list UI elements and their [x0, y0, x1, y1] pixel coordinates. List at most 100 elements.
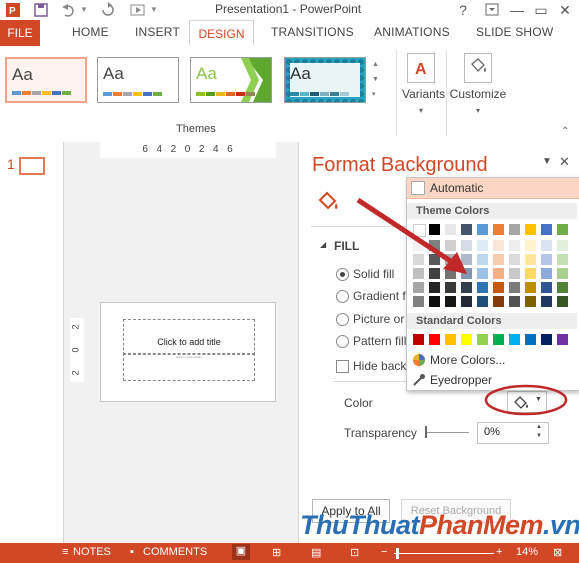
theme-color-shade-swatch[interactable]	[461, 254, 472, 265]
normal-view-icon[interactable]: ▣	[232, 544, 250, 560]
transparency-slider-thumb[interactable]	[425, 426, 427, 438]
theme-color-shade-swatch[interactable]	[493, 254, 504, 265]
theme-color-shade-swatch[interactable]	[541, 254, 552, 265]
zoom-in-icon[interactable]: +	[496, 546, 502, 558]
customize-button[interactable]: Customize ▾	[449, 50, 507, 136]
close-button[interactable]: ✕	[551, 0, 579, 20]
theme-color-shade-swatch[interactable]	[477, 240, 488, 251]
notes-button[interactable]: NOTES	[73, 546, 111, 558]
pane-close-icon[interactable]: ✕	[559, 154, 570, 170]
theme-color-swatch[interactable]	[477, 224, 488, 235]
transparency-input[interactable]: 0% ▲ ▼	[477, 422, 549, 444]
theme-color-shade-swatch[interactable]	[493, 268, 504, 279]
color-picker-button[interactable]: ▼	[507, 391, 547, 413]
theme-color-shade-swatch[interactable]	[509, 254, 520, 265]
more-colors-item[interactable]: More Colors...	[407, 350, 579, 369]
theme-color-shade-swatch[interactable]	[461, 240, 472, 251]
theme-color-swatch[interactable]	[445, 224, 456, 235]
standard-color-swatch[interactable]	[525, 334, 536, 345]
theme-color-shade-swatch[interactable]	[413, 296, 424, 307]
theme-color-shade-swatch[interactable]	[557, 240, 568, 251]
help-button[interactable]: ?	[449, 0, 477, 20]
fill-bucket-icon[interactable]	[317, 190, 341, 215]
theme-color-swatch[interactable]	[509, 224, 520, 235]
theme-color-shade-swatch[interactable]	[461, 268, 472, 279]
theme-color-shade-swatch[interactable]	[413, 268, 424, 279]
slide-show-icon[interactable]: ⊡	[350, 546, 359, 559]
undo-dropdown-icon[interactable]: ▼	[80, 1, 88, 18]
collapse-ribbon-icon[interactable]: ⌃	[561, 126, 569, 137]
theme-color-shade-swatch[interactable]	[413, 254, 424, 265]
radio-solid-fill[interactable]	[336, 268, 349, 282]
theme-color-shade-swatch[interactable]	[509, 282, 520, 293]
title-placeholder[interactable]: Click to add title	[123, 319, 255, 355]
eyedropper-item[interactable]: Eyedropper	[407, 370, 579, 389]
theme-color-shade-swatch[interactable]	[477, 282, 488, 293]
theme-color-shade-swatch[interactable]	[477, 254, 488, 265]
theme-color-shade-swatch[interactable]	[493, 296, 504, 307]
standard-color-swatch[interactable]	[493, 334, 504, 345]
collapse-section-icon[interactable]: ◢	[320, 240, 326, 249]
theme-office[interactable]: Aa	[5, 57, 87, 103]
fit-to-window-icon[interactable]: ⊠	[553, 546, 562, 559]
theme-facet[interactable]: Aa	[190, 57, 272, 103]
theme-color-swatch[interactable]	[413, 224, 426, 237]
pattern-fill-option[interactable]: Pattern fill	[336, 334, 406, 349]
slide-thumbnail[interactable]	[19, 157, 45, 175]
reading-view-icon[interactable]: ▤	[311, 546, 321, 559]
slide-canvas[interactable]: Click to add title Click to add subtitle	[100, 302, 276, 402]
standard-color-swatch[interactable]	[557, 334, 568, 345]
undo-icon[interactable]	[60, 1, 78, 18]
theme-color-shade-swatch[interactable]	[477, 296, 488, 307]
theme-color-shade-swatch[interactable]	[541, 282, 552, 293]
theme-color-shade-swatch[interactable]	[509, 268, 520, 279]
tab-transitions[interactable]: TRANSITIONS	[271, 25, 354, 39]
theme-color-swatch[interactable]	[461, 224, 472, 235]
slide-sorter-icon[interactable]: ⊞	[272, 546, 281, 559]
tab-animations[interactable]: ANIMATIONS	[374, 25, 450, 39]
theme-color-shade-swatch[interactable]	[429, 254, 440, 265]
theme-color-shade-swatch[interactable]	[557, 282, 568, 293]
qat-customize-icon[interactable]: ▼	[150, 1, 158, 18]
theme-color-shade-swatch[interactable]	[525, 282, 536, 293]
comments-icon[interactable]: ▪	[130, 546, 134, 558]
standard-color-swatch[interactable]	[509, 334, 520, 345]
theme-color-shade-swatch[interactable]	[493, 240, 504, 251]
theme-color-shade-swatch[interactable]	[461, 296, 472, 307]
theme-office-2[interactable]: Aa	[97, 57, 179, 103]
theme-color-shade-swatch[interactable]	[413, 282, 424, 293]
start-from-beginning-icon[interactable]	[130, 1, 148, 18]
themes-scroll[interactable]: ▲ ▼ ▾	[372, 57, 386, 103]
standard-color-swatch[interactable]	[429, 334, 440, 345]
tab-insert[interactable]: INSERT	[135, 25, 180, 39]
theme-color-shade-swatch[interactable]	[525, 268, 536, 279]
subtitle-placeholder[interactable]: Click to add subtitle	[123, 353, 255, 381]
solid-fill-option[interactable]: Solid fill	[336, 267, 394, 282]
theme-color-shade-swatch[interactable]	[493, 282, 504, 293]
theme-color-shade-swatch[interactable]	[429, 282, 440, 293]
theme-color-shade-swatch[interactable]	[429, 268, 440, 279]
spinner-icon[interactable]: ▲ ▼	[536, 423, 542, 441]
theme-color-shade-swatch[interactable]	[445, 268, 456, 279]
theme-color-shade-swatch[interactable]	[509, 240, 520, 251]
theme-integral[interactable]: Aa	[284, 57, 366, 103]
theme-color-shade-swatch[interactable]	[541, 240, 552, 251]
theme-color-shade-swatch[interactable]	[541, 296, 552, 307]
pane-options-icon[interactable]: ▼	[542, 156, 552, 167]
radio-picture-fill[interactable]	[336, 313, 349, 327]
hide-background-checkbox[interactable]	[336, 360, 349, 374]
theme-color-shade-swatch[interactable]	[429, 296, 440, 307]
theme-color-shade-swatch[interactable]	[557, 268, 568, 279]
theme-color-shade-swatch[interactable]	[557, 254, 568, 265]
gradient-fill-option[interactable]: Gradient fill	[336, 289, 414, 304]
theme-color-shade-swatch[interactable]	[509, 296, 520, 307]
theme-color-swatch[interactable]	[525, 224, 536, 235]
transparency-slider[interactable]	[425, 432, 469, 433]
theme-color-shade-swatch[interactable]	[477, 268, 488, 279]
theme-color-shade-swatch[interactable]	[413, 240, 424, 251]
theme-color-shade-swatch[interactable]	[445, 282, 456, 293]
theme-color-shade-swatch[interactable]	[445, 240, 456, 251]
standard-color-swatch[interactable]	[477, 334, 488, 345]
zoom-slider[interactable]	[394, 553, 494, 554]
theme-color-shade-swatch[interactable]	[541, 268, 552, 279]
